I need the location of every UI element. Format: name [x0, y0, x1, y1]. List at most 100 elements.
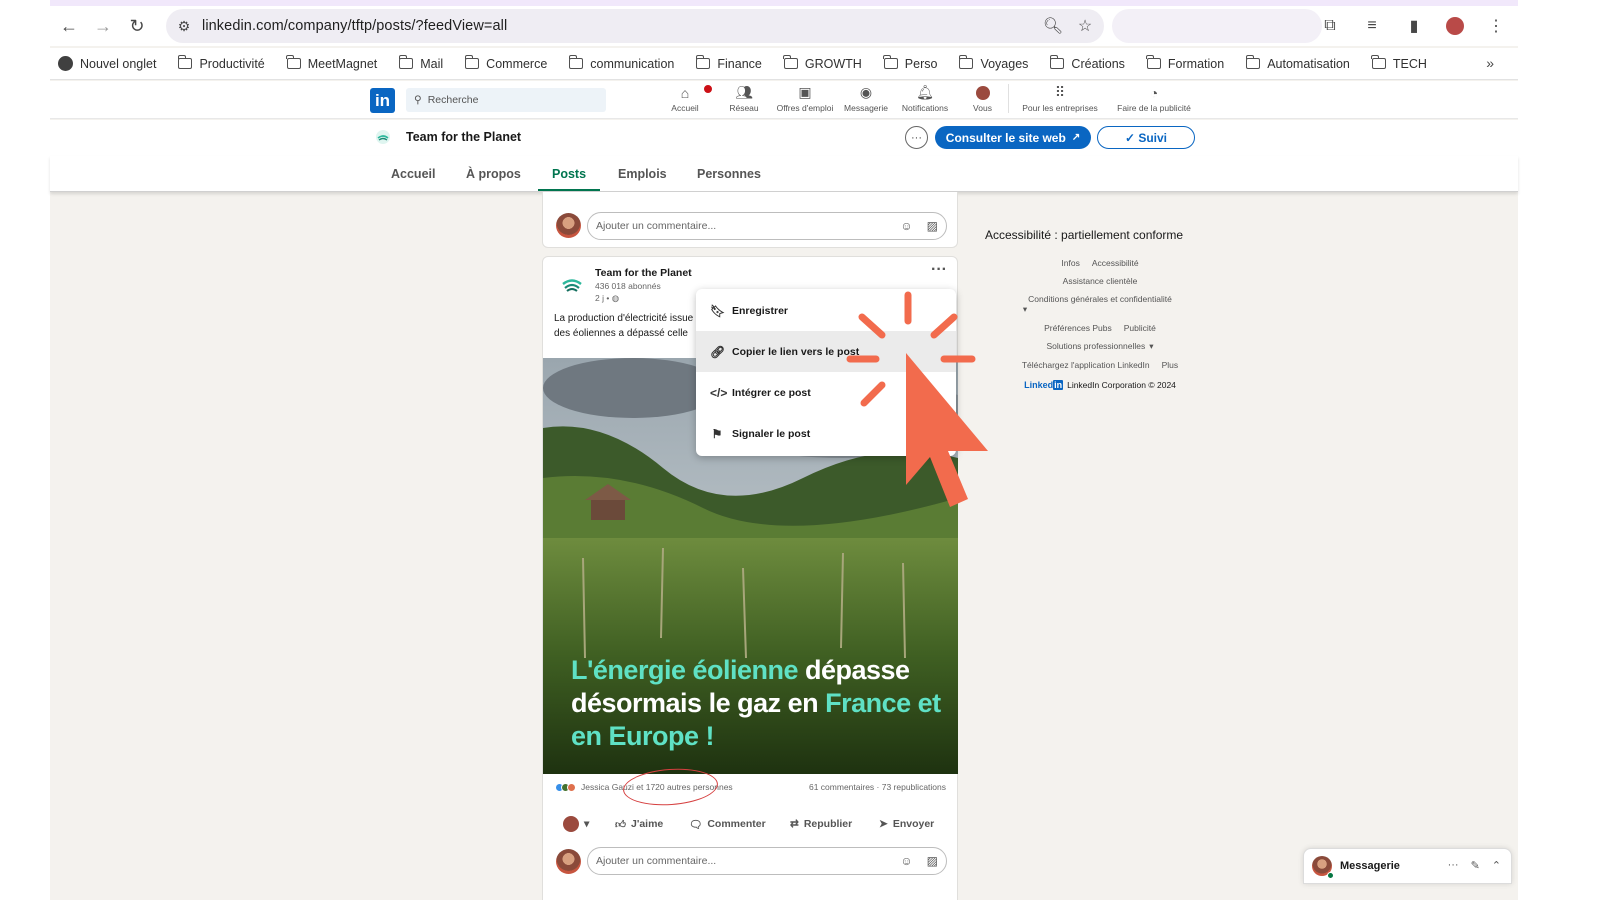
post-as-selector[interactable]: ▾ [563, 816, 589, 832]
notification-badge [703, 84, 713, 94]
visit-website-button[interactable]: Consulter le site web ↗ [935, 126, 1091, 149]
company-logo[interactable] [559, 271, 585, 297]
bookmark-folder[interactable]: MeetMagnet [286, 55, 377, 71]
bookmark-star-icon[interactable]: ☆ [1074, 16, 1096, 36]
tab-personnes[interactable]: Personnes [697, 167, 761, 181]
post-time: 2 j • ◍ [595, 293, 620, 303]
nav-notifications[interactable]: 🔔︎ Notifications [893, 84, 957, 113]
profile-pill[interactable] [1112, 9, 1322, 43]
image-icon[interactable]: ▨ [927, 854, 938, 868]
messaging-bar[interactable]: Messagerie ··· ✎ ⌃ [1303, 848, 1512, 884]
footer-link[interactable]: Conditions générales et confidentialité [1028, 294, 1172, 304]
comment-input[interactable]: Ajouter un commentaire... ☺ ▨ [587, 847, 947, 875]
following-button[interactable]: ✓ Suivi [1097, 126, 1195, 149]
bookmark-folder[interactable]: Formation [1146, 55, 1224, 71]
bookmark-folder[interactable]: Perso [883, 55, 937, 71]
post-menu-icon[interactable]: ··· [931, 261, 947, 279]
bookmarks-bar: Nouvel onglet Productivité MeetMagnet Ma… [50, 48, 1518, 80]
profile-avatar[interactable] [1446, 17, 1464, 35]
avatar[interactable] [556, 849, 581, 874]
footer-link[interactable]: Préférences Pubs [1044, 323, 1112, 333]
bookmark-folder[interactable]: TECH [1371, 55, 1427, 71]
globe-icon: ◍ [611, 293, 620, 303]
bookmark-folder[interactable]: Commerce [464, 55, 547, 71]
post-stats[interactable]: 61 commentaires · 73 republications [809, 782, 946, 792]
nav-me[interactable]: Vous [957, 84, 1009, 113]
image-icon[interactable]: ▨ [927, 219, 938, 233]
bookmark-icon: 🔖︎ [710, 303, 726, 318]
extensions-icon[interactable]: ⧉ [1320, 17, 1340, 35]
footer-link[interactable]: Publicité [1124, 323, 1156, 333]
search-input[interactable]: ⚲ Recherche [406, 88, 606, 112]
address-bar[interactable]: ⚙ linkedin.com/company/tftp/posts/?feedV… [166, 9, 1104, 43]
image-headline: L'énergie éolienne dépasse désormais le … [571, 655, 941, 751]
caret-down-icon[interactable]: ▾ [1149, 341, 1153, 352]
url-text[interactable]: linkedin.com/company/tftp/posts/?feedVie… [202, 18, 507, 34]
messaging-label: Messagerie [1340, 860, 1400, 872]
bookmark-folder[interactable]: Mail [398, 55, 443, 71]
send-button[interactable]: ➤ Envoyer [879, 818, 934, 830]
footer-link[interactable]: Téléchargez l'application LinkedIn [1022, 360, 1150, 370]
caret-down-icon[interactable]: ▾ [1023, 304, 1027, 315]
reload-icon[interactable]: ↻ [120, 9, 154, 43]
nav-network[interactable]: 👥︎ Réseau [717, 84, 771, 113]
like-button[interactable]: 👍︎ J'aime [615, 818, 663, 831]
zoom-icon[interactable]: 🔍︎ [1042, 16, 1064, 36]
footer-link[interactable]: Accessibilité [1092, 258, 1139, 268]
compose-icon[interactable]: ✎ [1471, 859, 1480, 872]
nav-home[interactable]: ⌂ Accueil [653, 84, 717, 113]
tab-a-propos[interactable]: À propos [466, 167, 521, 181]
nav-for-business[interactable]: ⠿ Pour les entreprises [1009, 84, 1111, 113]
tab-accueil[interactable]: Accueil [391, 167, 435, 181]
bookmark-folder[interactable]: GROWTH [783, 55, 862, 71]
footer-link[interactable]: Plus [1162, 360, 1179, 370]
site-settings-icon[interactable]: ⚙ [166, 18, 202, 35]
bookmark-folder[interactable]: Finance [695, 55, 762, 71]
company-name[interactable]: Team for the Planet [406, 130, 521, 144]
forward-icon[interactable]: → [86, 9, 120, 43]
emoji-icon[interactable]: ☺ [900, 219, 912, 233]
post-author[interactable]: Team for the Planet [595, 267, 692, 279]
comment-row [556, 213, 581, 238]
footer-link[interactable]: Infos [1061, 258, 1079, 268]
chevron-double-right-icon[interactable]: » [1486, 55, 1494, 71]
folder-icon [464, 55, 480, 69]
thumbs-up-icon: 👍︎ [615, 818, 626, 831]
more-options-button[interactable]: ··· [905, 126, 928, 149]
follower-count: 436 018 abonnés [595, 281, 661, 291]
post-actions: ▾ 👍︎ J'aime 🗨︎ Commenter ⇄ Republier ➤ Envoy… [543, 809, 958, 839]
accessibility-status[interactable]: Accessibilité : partiellement conforme [985, 228, 1183, 242]
repost-button[interactable]: ⇄ Republier [790, 818, 852, 830]
avatar[interactable] [556, 213, 581, 238]
bookmark-folder[interactable]: Créations [1049, 55, 1125, 71]
previous-post-card: Ajouter un commentaire... ☺ ▨ [542, 192, 958, 248]
bookmark-folder[interactable]: Voyages [958, 55, 1028, 71]
comment-button[interactable]: 🗨︎ Commenter [689, 818, 766, 831]
bookmark-folder[interactable]: Productivité [177, 55, 265, 71]
footer-link[interactable]: Assistance clientèle [1063, 276, 1138, 286]
bookmark-folder[interactable]: Automatisation [1245, 55, 1350, 71]
tab-emplois[interactable]: Emplois [618, 167, 667, 181]
nav-messaging[interactable]: ◉ Messagerie [839, 84, 893, 113]
linkedin-header: in ⚲ Recherche ⌂ Accueil 👥︎ Réseau ▣ Off… [50, 81, 1518, 119]
linkedin-logo[interactable]: in [370, 88, 395, 113]
emoji-icon[interactable]: ☺ [900, 854, 912, 868]
back-icon[interactable]: ← [52, 9, 86, 43]
tab-posts[interactable]: Posts [552, 167, 586, 181]
menu-dots-icon[interactable]: ⋮ [1486, 16, 1506, 36]
folder-icon [1049, 55, 1065, 69]
chevron-up-icon[interactable]: ⌃ [1492, 859, 1501, 872]
grid-icon: ⠿ [1054, 84, 1066, 100]
bookmark-item[interactable]: Nouvel onglet [58, 56, 156, 71]
nav-jobs[interactable]: ▣ Offres d'emploi [771, 84, 839, 113]
company-logo [376, 130, 390, 144]
side-panel-icon[interactable]: ▮ [1404, 16, 1424, 36]
folder-icon [783, 55, 798, 69]
more-icon[interactable]: ··· [1448, 859, 1459, 872]
media-icon[interactable]: ≡ [1362, 17, 1382, 35]
footer-link[interactable]: Solutions professionnelles [1046, 341, 1145, 352]
active-tab-indicator [538, 189, 600, 191]
comment-input[interactable]: Ajouter un commentaire... ☺ ▨ [587, 212, 947, 240]
bookmark-folder[interactable]: communication [568, 55, 674, 71]
nav-advertise[interactable]: ◔ Faire de la publicité [1111, 84, 1197, 114]
